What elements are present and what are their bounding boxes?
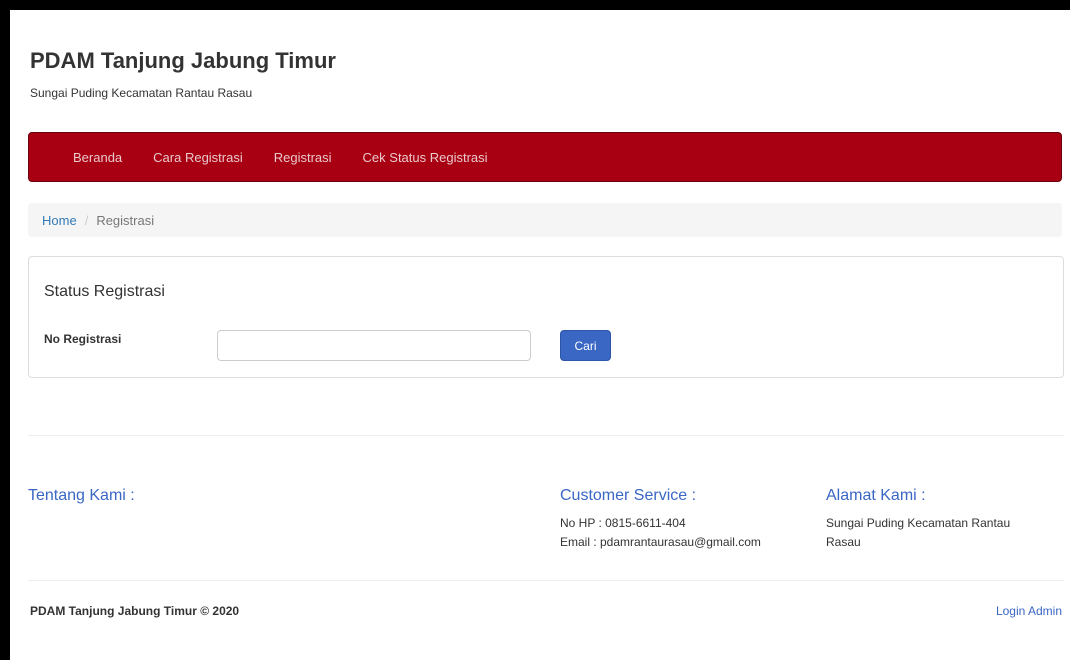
nav-item-registrasi[interactable]: Registrasi (274, 150, 332, 165)
status-registrasi-panel: Status Registrasi No Registrasi Cari (28, 256, 1064, 378)
footer-divider-bottom (28, 580, 1064, 581)
no-registrasi-input[interactable] (217, 330, 531, 361)
alamat-kami-heading: Alamat Kami : (826, 487, 926, 504)
site-title: PDAM Tanjung Jabung Timur (30, 48, 336, 73)
cari-button[interactable]: Cari (560, 330, 611, 361)
customer-service-phone: No HP : 0815-6611-404 (560, 516, 686, 530)
breadcrumb: Home / Registrasi (28, 203, 1062, 237)
customer-service-heading: Customer Service : (560, 487, 697, 504)
address-line-1: Sungai Puding Kecamatan Rantau (826, 516, 1011, 530)
site-header: PDAM Tanjung Jabung Timur Sungai Puding … (30, 48, 336, 100)
address-line-2: Rasau (826, 535, 861, 549)
main-navbar: Beranda Cara Registrasi Registrasi Cek S… (28, 132, 1062, 182)
breadcrumb-home-link[interactable]: Home (42, 213, 77, 228)
tentang-kami-heading: Tentang Kami : (28, 487, 135, 504)
customer-service-email: Email : pdamrantaurasau@gmail.com (560, 535, 761, 549)
footer-divider-top (28, 435, 1064, 436)
breadcrumb-separator: / (84, 212, 89, 228)
site-subtitle: Sungai Puding Kecamatan Rantau Rasau (30, 86, 253, 100)
login-admin-link[interactable]: Login Admin (996, 604, 1062, 618)
nav-item-beranda[interactable]: Beranda (73, 150, 122, 165)
breadcrumb-current: Registrasi (96, 212, 155, 228)
nav-item-cara-registrasi[interactable]: Cara Registrasi (153, 150, 243, 165)
panel-title: Status Registrasi (44, 283, 165, 300)
nav-item-cek-status-registrasi[interactable]: Cek Status Registrasi (363, 150, 488, 165)
copyright-text: PDAM Tanjung Jabung Timur © 2020 (30, 604, 240, 618)
no-registrasi-label: No Registrasi (44, 332, 122, 346)
page: PDAM Tanjung Jabung Timur Sungai Puding … (10, 10, 1070, 660)
